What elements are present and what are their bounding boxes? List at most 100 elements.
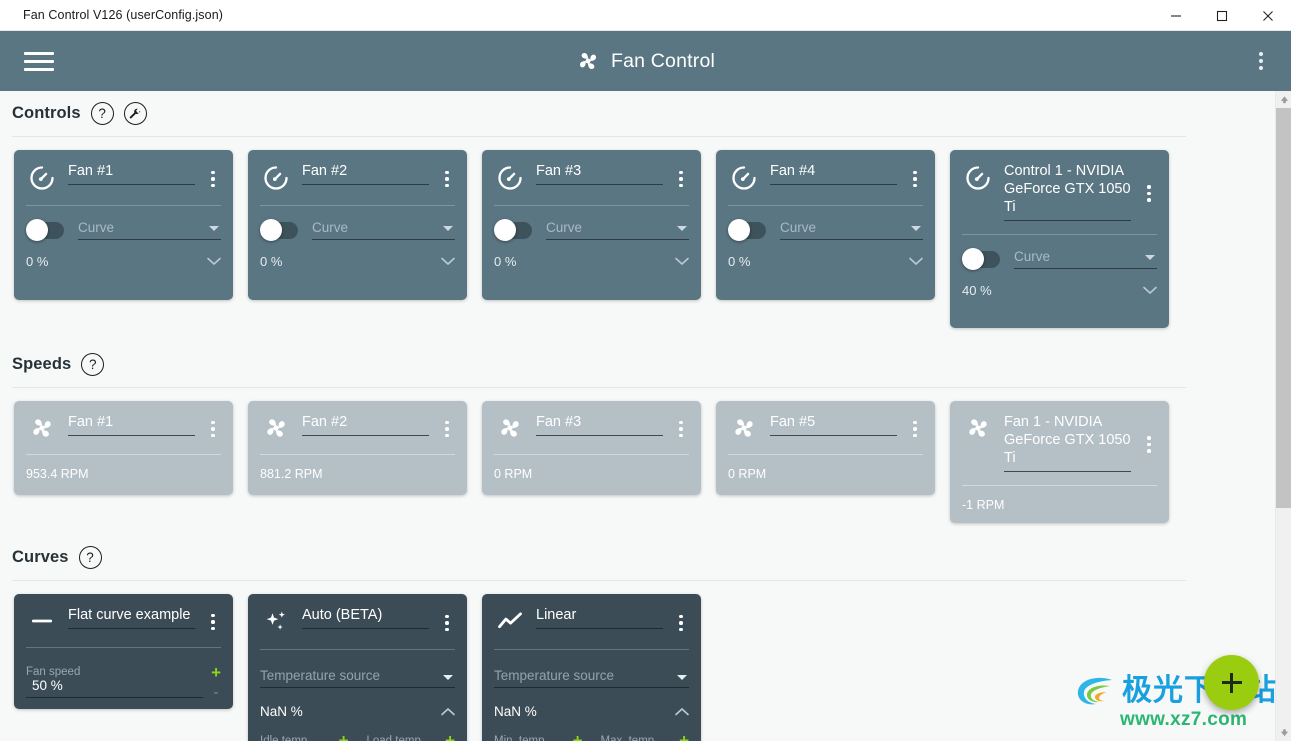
control-enable-toggle[interactable]: [728, 219, 766, 241]
card-name-field[interactable]: Fan #5: [770, 413, 897, 436]
increment-button[interactable]: +: [211, 664, 221, 681]
control-card-menu-icon[interactable]: [1141, 181, 1157, 202]
control-card-fan-3[interactable]: Fan #3 Curve 0 %: [482, 150, 701, 300]
expand-chevron-down-icon[interactable]: [1143, 286, 1157, 295]
curve-select[interactable]: Curve: [1014, 249, 1157, 269]
card-name-field[interactable]: Fan #3: [536, 162, 663, 185]
card-name-field[interactable]: Fan #3: [536, 413, 663, 436]
controls-settings-wrench-icon[interactable]: [123, 102, 147, 125]
temperature-source-placeholder: Temperature source: [260, 668, 381, 683]
curve-select[interactable]: Curve: [780, 220, 923, 240]
curve-card-menu-icon[interactable]: [439, 611, 455, 632]
curve-card-linear[interactable]: Linear Temperature source NaN % Min. tem…: [482, 594, 701, 741]
hamburger-menu-icon[interactable]: [16, 38, 62, 84]
card-name-field[interactable]: Fan #2: [302, 162, 429, 185]
speed-card-menu-icon[interactable]: [1141, 432, 1157, 453]
curve-name: Flat curve example: [68, 606, 195, 629]
fan-speed-value: 50 %: [32, 678, 63, 693]
card-name-field[interactable]: Control 1 - NVIDIA GeForce GTX 1050 Ti: [1004, 162, 1131, 221]
curve-card-flat[interactable]: Flat curve example Fan speed 50 % + -: [14, 594, 233, 709]
minimize-button[interactable]: [1153, 0, 1199, 31]
app-title-group: Fan Control: [0, 49, 1291, 73]
control-card-nvidia[interactable]: Control 1 - NVIDIA GeForce GTX 1050 Ti C…: [950, 150, 1169, 328]
control-enable-toggle[interactable]: [260, 219, 298, 241]
appbar-overflow-menu-icon[interactable]: [1245, 45, 1277, 77]
kebab-dot: [1147, 436, 1151, 440]
speed-card-fan-3[interactable]: Fan #3 0 RPM: [482, 401, 701, 495]
auto-temp-fields: Idle temp. + Load temp. +: [260, 732, 456, 741]
control-enable-toggle[interactable]: [494, 219, 532, 241]
linear-percent-row: NaN %: [494, 704, 689, 719]
card-name-field[interactable]: Flat curve example: [68, 606, 195, 629]
vertical-scrollbar[interactable]: [1275, 91, 1291, 741]
card-divider: [26, 647, 221, 648]
curve-select[interactable]: Curve: [312, 220, 455, 240]
control-card-fan-4[interactable]: Fan #4 Curve 0 %: [716, 150, 935, 300]
gauge-icon: [728, 162, 760, 192]
expand-chevron-down-icon[interactable]: [675, 257, 689, 266]
card-name-field[interactable]: Fan #4: [770, 162, 897, 185]
decrement-button[interactable]: -: [214, 685, 219, 700]
expand-chevron-down-icon[interactable]: [909, 257, 923, 266]
curve-select-placeholder: Curve: [780, 220, 817, 235]
scroll-down-button[interactable]: [1276, 724, 1291, 741]
load-temp-header: Load temp. +: [367, 732, 456, 741]
speeds-help-icon[interactable]: ?: [81, 353, 105, 376]
speed-card-fan-1[interactable]: Fan #1 953.4 RPM: [14, 401, 233, 495]
card-name-field[interactable]: Auto (BETA): [302, 606, 429, 629]
min-temp-increment-button[interactable]: +: [573, 732, 583, 741]
curve-select[interactable]: Curve: [78, 220, 221, 240]
curve-select-placeholder: Curve: [78, 220, 115, 235]
temperature-source-select[interactable]: Temperature source: [494, 668, 689, 688]
control-card-menu-icon[interactable]: [673, 167, 689, 188]
curve-select[interactable]: Curve: [546, 220, 689, 240]
speed-rpm-value: 0 RPM: [728, 467, 767, 481]
collapse-chevron-up-icon[interactable]: [441, 707, 455, 716]
control-card-fan-1[interactable]: Fan #1 Curve 0 %: [14, 150, 233, 300]
speed-card-menu-icon[interactable]: [673, 417, 689, 438]
card-name-field[interactable]: Fan #1: [68, 413, 195, 436]
control-percent-value: 40 %: [962, 283, 992, 298]
control-card-menu-icon[interactable]: [205, 167, 221, 188]
control-enable-toggle[interactable]: [962, 248, 1000, 270]
add-button-fab[interactable]: [1204, 655, 1259, 710]
kebab-dot: [445, 433, 449, 438]
temperature-source-select[interactable]: Temperature source: [260, 668, 455, 688]
speed-card-menu-icon[interactable]: [439, 417, 455, 438]
curve-card-menu-icon[interactable]: [205, 610, 221, 631]
control-enable-toggle[interactable]: [26, 219, 64, 241]
card-divider: [260, 454, 455, 455]
card-name-field[interactable]: Linear: [536, 606, 663, 629]
curves-help-icon[interactable]: ?: [78, 546, 102, 569]
card-divider: [494, 205, 689, 206]
speed-card-menu-icon[interactable]: [205, 417, 221, 438]
card-name-field[interactable]: Fan #1: [68, 162, 195, 185]
speed-card-fan-2[interactable]: Fan #2 881.2 RPM: [248, 401, 467, 495]
flat-curve-body: Fan speed 50 % + -: [26, 652, 221, 700]
speed-card-menu-icon[interactable]: [907, 417, 923, 438]
collapse-chevron-up-icon[interactable]: [675, 707, 689, 716]
close-button[interactable]: [1245, 0, 1291, 31]
controls-help-icon[interactable]: ?: [90, 102, 114, 125]
control-card-menu-icon[interactable]: [439, 167, 455, 188]
card-header: Fan #3: [494, 413, 689, 441]
speed-card-nvidia[interactable]: Fan 1 - NVIDIA GeForce GTX 1050 Ti -1 RP…: [950, 401, 1169, 523]
card-name-field[interactable]: Fan 1 - NVIDIA GeForce GTX 1050 Ti: [1004, 413, 1131, 472]
load-temp-increment-button[interactable]: +: [445, 732, 455, 741]
control-toggle-row: Curve: [728, 219, 923, 241]
control-card-fan-2[interactable]: Fan #2 Curve 0 %: [248, 150, 467, 300]
expand-chevron-down-icon[interactable]: [207, 257, 221, 266]
maximize-button[interactable]: [1199, 0, 1245, 31]
flat-curve-field: Fan speed 50 %: [26, 652, 204, 698]
expand-chevron-down-icon[interactable]: [441, 257, 455, 266]
fan-speed-value-row[interactable]: 50 %: [26, 678, 204, 698]
speed-card-fan-5[interactable]: Fan #5 0 RPM: [716, 401, 935, 495]
curve-card-auto[interactable]: Auto (BETA) Temperature source NaN % Idl…: [248, 594, 467, 741]
scrollbar-thumb[interactable]: [1276, 108, 1291, 508]
scroll-up-button[interactable]: [1276, 91, 1291, 108]
control-card-menu-icon[interactable]: [907, 167, 923, 188]
curve-card-menu-icon[interactable]: [673, 611, 689, 632]
card-name-field[interactable]: Fan #2: [302, 413, 429, 436]
idle-temp-increment-button[interactable]: +: [339, 732, 349, 741]
max-temp-increment-button[interactable]: +: [679, 732, 689, 741]
